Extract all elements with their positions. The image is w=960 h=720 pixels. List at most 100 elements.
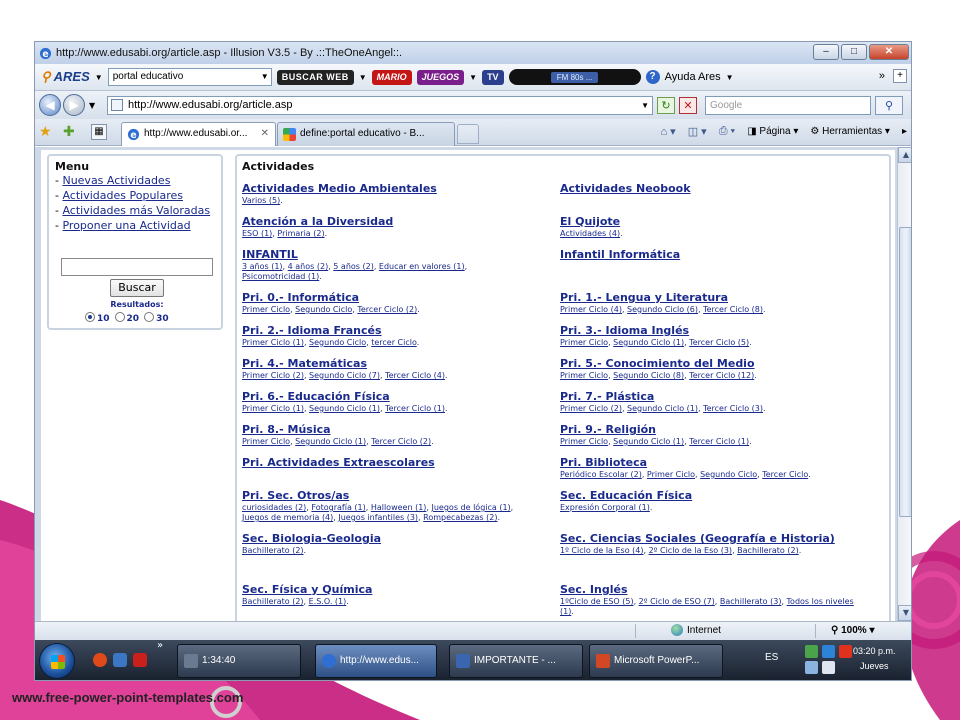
tab-google-define[interactable]: define:portal educativo - B... xyxy=(277,122,455,146)
category-link[interactable]: Actividades Medio Ambientales xyxy=(242,182,532,196)
subcategory-link[interactable]: Tercer Ciclo (2) xyxy=(357,305,417,314)
sidebar-item-proponer[interactable]: - Proponer una Actividad xyxy=(55,218,215,233)
zoom-level[interactable]: ⚲ 100% ▾ xyxy=(831,625,875,636)
subcategory-link[interactable]: Bachillerato (2) xyxy=(242,546,304,555)
subcategory-link[interactable]: 1º Ciclo de la Eso (4) xyxy=(560,546,643,555)
tray-app-icon[interactable] xyxy=(805,645,818,658)
tab-edusabi[interactable]: e http://www.edusabi.or... ✕ xyxy=(121,122,276,146)
quick-launch-overflow-icon[interactable]: » xyxy=(157,640,163,651)
subcategory-link[interactable]: Primer Ciclo xyxy=(242,437,290,446)
maximize-button[interactable]: □ xyxy=(841,44,867,60)
radio-selected[interactable] xyxy=(85,312,95,322)
subcategory-link[interactable]: Segundo Ciclo xyxy=(309,338,366,347)
subcategory-link[interactable]: Bachillerato (2) xyxy=(737,546,799,555)
language-indicator[interactable]: ES xyxy=(765,652,778,663)
ares-search-input[interactable]: portal educativo ▼ xyxy=(107,68,272,86)
category-link[interactable]: Pri. Sec. Otros/as xyxy=(242,489,532,503)
category-link[interactable]: Sec. Biologia-Geologia xyxy=(242,532,532,546)
subcategory-link[interactable]: Segundo Ciclo (1) xyxy=(309,404,380,413)
subcategory-link[interactable]: Juegos infantiles (3) xyxy=(338,513,418,522)
help-icon[interactable]: ? xyxy=(645,70,660,84)
security-zone[interactable]: Internet xyxy=(671,624,721,636)
subcategory-link[interactable]: E.S.O. (1) xyxy=(309,597,347,606)
subcategory-link[interactable]: 4 años (2) xyxy=(288,262,329,271)
results-option-20[interactable]: 20 xyxy=(114,312,139,324)
category-link[interactable]: Sec. Ciencias Sociales (Geografía e Hist… xyxy=(560,532,860,546)
volume-icon[interactable] xyxy=(822,661,835,674)
home-icon[interactable]: ⌂ ▾ xyxy=(660,125,675,138)
category-link[interactable]: Pri. 8.- Música xyxy=(242,423,532,437)
subcategory-link[interactable]: Periódico Escolar (2) xyxy=(560,470,642,479)
add-favorite-icon[interactable]: ✚ xyxy=(63,124,75,140)
category-link[interactable]: Pri. 6.- Educación Física xyxy=(242,390,532,404)
category-link[interactable]: Sec. Educación Física xyxy=(560,489,860,503)
network-icon[interactable] xyxy=(822,645,835,658)
subcategory-link[interactable]: Tercer Ciclo xyxy=(762,470,808,479)
chevron-down-icon[interactable]: ▼ xyxy=(641,97,649,114)
subcategory-link[interactable]: Primer Ciclo xyxy=(560,338,608,347)
subcategory-link[interactable]: Juegos de memoria (4) xyxy=(242,513,333,522)
subcategory-link[interactable]: Tercer Ciclo (12) xyxy=(689,371,754,380)
radio[interactable] xyxy=(144,312,155,322)
category-link[interactable]: Pri. 3.- Idioma Inglés xyxy=(560,324,860,338)
subcategory-link[interactable]: Primer Ciclo (2) xyxy=(560,404,622,413)
category-link[interactable]: Infantil Informática xyxy=(560,248,860,262)
sidebar-item-valoradas[interactable]: - Actividades más Valoradas xyxy=(55,203,215,218)
clock[interactable]: 03:20 p.m. Jueves xyxy=(853,644,896,674)
address-input[interactable]: http://www.edusabi.org/article.asp ▼ xyxy=(107,96,653,115)
results-option-30[interactable]: 30 xyxy=(144,312,169,324)
refresh-button[interactable]: ↻ xyxy=(657,97,675,114)
subcategory-link[interactable]: Fotografía (1) xyxy=(311,503,365,512)
subcategory-link[interactable]: Actividades (4) xyxy=(560,229,620,238)
subcategory-link[interactable]: Bachillerato (2) xyxy=(242,597,304,606)
task-browser[interactable]: http://www.edus... xyxy=(315,644,437,678)
subcategory-link[interactable]: Primer Ciclo (1) xyxy=(242,404,304,413)
subcategory-link[interactable]: Primer Ciclo (4) xyxy=(560,305,622,314)
subcategory-link[interactable]: Tercer Ciclo (4) xyxy=(385,371,445,380)
new-tab-button[interactable] xyxy=(457,124,479,144)
chevron-down-icon[interactable]: ▼ xyxy=(359,73,367,82)
minimize-button[interactable]: – xyxy=(813,44,839,60)
sidebar-item-populares[interactable]: - Actividades Populares xyxy=(55,188,215,203)
chevron-down-icon[interactable]: ▼ xyxy=(261,69,269,85)
tray-app-icon[interactable] xyxy=(839,645,852,658)
mario-button[interactable]: MARIO xyxy=(371,69,412,85)
forward-button[interactable]: ▶ xyxy=(63,94,85,116)
history-chevron-icon[interactable]: ▼ xyxy=(89,101,95,110)
subcategory-link[interactable]: 3 años (1) xyxy=(242,262,283,271)
scroll-down-arrow[interactable]: ▼ xyxy=(898,605,911,621)
favorites-star-icon[interactable]: ★ xyxy=(39,124,52,140)
add-toolbar-button[interactable]: + xyxy=(893,69,907,83)
category-link[interactable]: Pri. 4.- Matemáticas xyxy=(242,357,532,371)
vertical-scrollbar[interactable]: ▲ ▼ xyxy=(897,147,911,621)
category-link[interactable]: Pri. 1.- Lengua y Literatura xyxy=(560,291,860,305)
subcategory-link[interactable]: Varios (5) xyxy=(242,196,280,205)
subcategory-link[interactable]: Tercer Ciclo (2) xyxy=(371,437,431,446)
buscar-button[interactable]: Buscar xyxy=(110,279,164,297)
category-link[interactable]: Pri. 0.- Informática xyxy=(242,291,532,305)
subcategory-link[interactable]: Segundo Ciclo (1) xyxy=(613,338,684,347)
category-link[interactable]: El Quijote xyxy=(560,215,860,229)
subcategory-link[interactable]: Primer Ciclo xyxy=(560,437,608,446)
juegos-button[interactable]: JUEGOS xyxy=(416,69,465,85)
show-desktop-icon[interactable] xyxy=(113,653,127,667)
ares-menu-chevron-icon[interactable]: ▼ xyxy=(95,73,103,82)
help-menu[interactable]: Ayuda Ares xyxy=(665,71,721,83)
start-button[interactable] xyxy=(39,643,75,679)
subcategory-link[interactable]: Educar en valores (1) xyxy=(379,262,465,271)
subcategory-link[interactable]: Segundo Ciclo (1) xyxy=(613,437,684,446)
radio[interactable] xyxy=(114,312,125,322)
overflow-chevron-icon[interactable]: ▸ xyxy=(902,126,907,137)
quick-launch-app-icon[interactable] xyxy=(93,653,107,667)
subcategory-link[interactable]: Segundo Ciclo (8) xyxy=(613,371,684,380)
feeds-icon[interactable]: ◫ ▾ xyxy=(688,125,707,138)
subcategory-link[interactable]: 2º Ciclo de la Eso (3) xyxy=(649,546,732,555)
chevron-down-icon[interactable]: ▼ xyxy=(726,73,734,82)
subcategory-link[interactable]: Tercer Ciclo (8) xyxy=(703,305,763,314)
toolbar-overflow-chevron[interactable]: » xyxy=(879,70,885,82)
back-button[interactable]: ◀ xyxy=(39,94,61,116)
scroll-thumb[interactable] xyxy=(899,227,911,517)
radio-player[interactable]: FM 80s ... xyxy=(508,69,641,85)
page-menu[interactable]: ◨ Página ▾ xyxy=(747,126,798,137)
category-link[interactable]: Sec. Física y Química xyxy=(242,583,532,597)
